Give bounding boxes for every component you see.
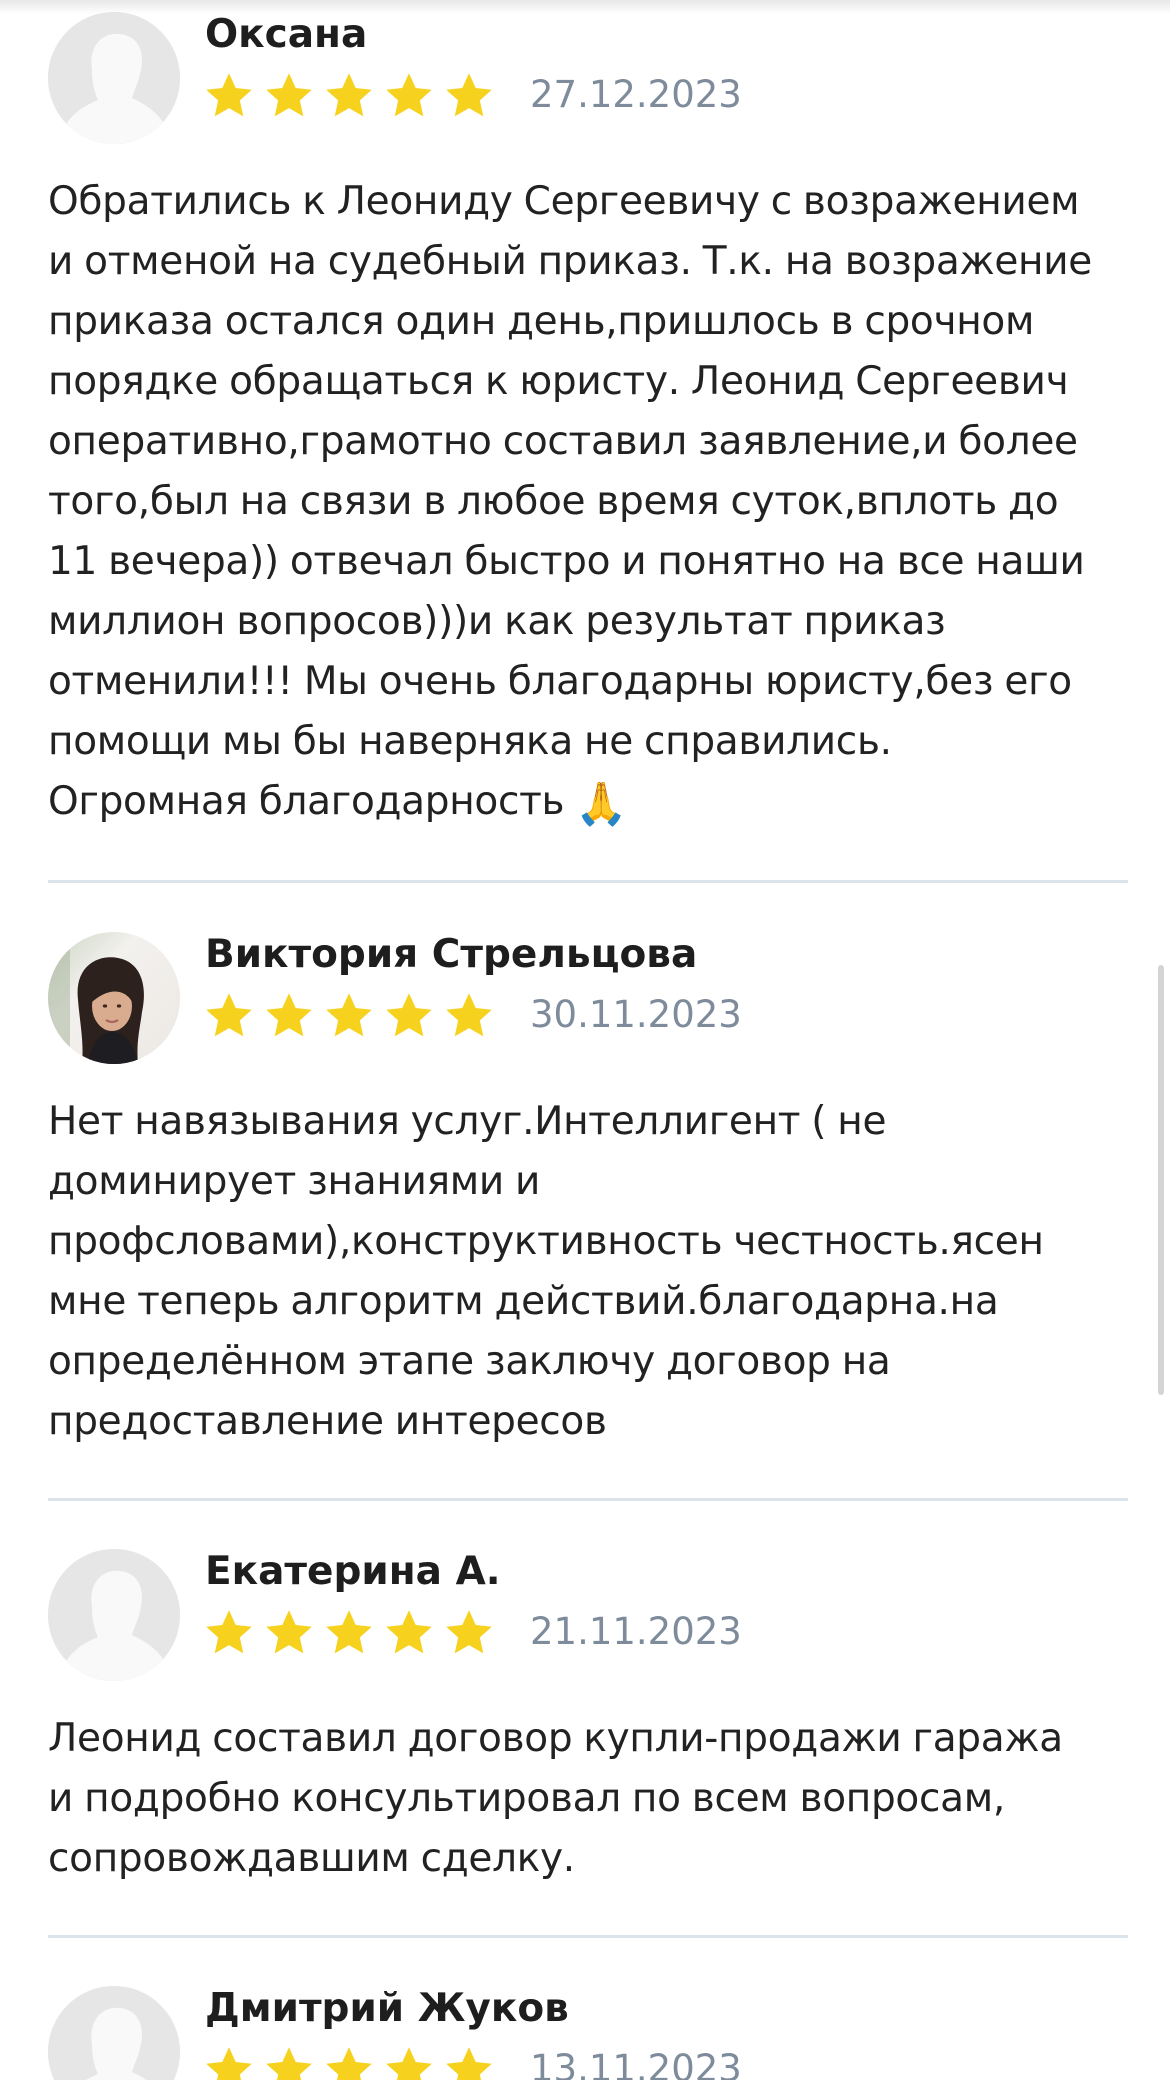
review-text-line: предоставление интересов: [48, 1399, 607, 1444]
star-icon: [266, 2047, 312, 2080]
review-text-line: оперативно,грамотно составил заявление,и…: [48, 419, 1078, 464]
review-text-fragment: Огромная благодарность: [48, 779, 565, 824]
review-date: 30.11.2023: [530, 993, 742, 1036]
star-icon: [326, 993, 372, 1037]
rating-stars: [203, 70, 495, 122]
default-avatar-icon: [48, 1986, 180, 2080]
scrollbar[interactable]: [1158, 965, 1164, 1395]
star-icon: [266, 1610, 312, 1654]
review-card: Екатерина А. 21.11.2023 Леонид составил …: [48, 1549, 1128, 1889]
avatar[interactable]: [48, 12, 180, 144]
rating-stars: [203, 990, 495, 1042]
star-icon: [326, 2047, 372, 2080]
review-card: Дмитрий Жуков 13.11.2023: [48, 1986, 1128, 2080]
review-text: Нет навязывания услуг.Интеллигент ( не д…: [48, 1092, 1138, 1452]
star-icon: [386, 73, 432, 117]
reviewer-name[interactable]: Оксана: [205, 12, 367, 58]
star-icon: [446, 73, 492, 117]
review-text-line: того,был на связи в любое время суток,вп…: [48, 479, 1059, 524]
avatar[interactable]: [48, 1986, 180, 2080]
avatar[interactable]: [48, 932, 180, 1064]
review-text-line: и отменой на судебный приказ. Т.к. на во…: [48, 239, 1092, 284]
review-text: Обратились к Леониду Сергеевичу с возраж…: [48, 172, 1138, 832]
review-text-line: доминирует знаниями и: [48, 1159, 541, 1204]
star-icon: [206, 1610, 252, 1654]
reviewer-name[interactable]: Екатерина А.: [205, 1549, 501, 1595]
star-icon: [386, 1610, 432, 1654]
top-shadow: [0, 0, 1170, 14]
star-icon: [266, 993, 312, 1037]
star-icon: [206, 73, 252, 117]
star-icon: [326, 1610, 372, 1654]
review-text-line: мне теперь алгоритм действий.благодарна.…: [48, 1279, 999, 1324]
review-text-line: Леонид составил договор купли-продажи га…: [48, 1716, 1063, 1761]
review-date: 13.11.2023: [530, 2047, 742, 2080]
review-text-line: сопровождавшим сделку.: [48, 1836, 575, 1881]
star-icon: [326, 73, 372, 117]
divider: [48, 880, 1128, 883]
rating-stars: [203, 2044, 495, 2080]
praying-hands-emoji: 🙏: [575, 779, 628, 828]
review-text-line: и подробно консультировал по всем вопрос…: [48, 1776, 1005, 1821]
divider: [48, 1935, 1128, 1938]
star-icon: [266, 73, 312, 117]
star-icon: [446, 2047, 492, 2080]
review-text-line: Обратились к Леониду Сергеевичу с возраж…: [48, 179, 1080, 224]
default-avatar-icon: [48, 1549, 180, 1681]
review-text-line-last: Огромная благодарность 🙏: [48, 772, 1138, 832]
avatar[interactable]: [48, 1549, 180, 1681]
rating-stars: [203, 1607, 495, 1659]
reviewer-name[interactable]: Дмитрий Жуков: [205, 1986, 569, 2032]
star-icon: [206, 2047, 252, 2080]
review-date: 27.12.2023: [530, 73, 742, 116]
review-date: 21.11.2023: [530, 1610, 742, 1653]
review-text: Леонид составил договор купли-продажи га…: [48, 1709, 1138, 1889]
review-text-line: миллион вопросов)))и как результат прика…: [48, 599, 946, 644]
divider: [48, 1498, 1128, 1501]
review-card: Оксана 27.12.2023 Обратились к Леониду С…: [48, 12, 1128, 832]
review-text-line: определённом этапе заключу договор на: [48, 1339, 891, 1384]
star-icon: [446, 993, 492, 1037]
review-text-line: приказа остался один день,пришлось в сро…: [48, 299, 1035, 344]
star-icon: [206, 993, 252, 1037]
review-text-line: профсловами),конструктивность честность.…: [48, 1219, 1044, 1264]
review-text-line: помощи мы бы наверняка не справились.: [48, 719, 892, 764]
review-card: Виктория Стрельцова 30.11.2023 Нет навяз…: [48, 932, 1128, 1452]
default-avatar-icon: [48, 12, 180, 144]
review-text-line: Нет навязывания услуг.Интеллигент ( не: [48, 1099, 887, 1144]
review-text-line: порядке обращаться к юристу. Леонид Серг…: [48, 359, 1069, 404]
star-icon: [386, 2047, 432, 2080]
star-icon: [446, 1610, 492, 1654]
star-icon: [386, 993, 432, 1037]
review-text-line: 11 вечера)) отвечал быстро и понятно на …: [48, 539, 1085, 584]
user-photo-icon: [48, 932, 180, 1064]
reviewer-name[interactable]: Виктория Стрельцова: [205, 932, 697, 978]
review-text-line: отменили!!! Мы очень благодарны юристу,б…: [48, 659, 1072, 704]
